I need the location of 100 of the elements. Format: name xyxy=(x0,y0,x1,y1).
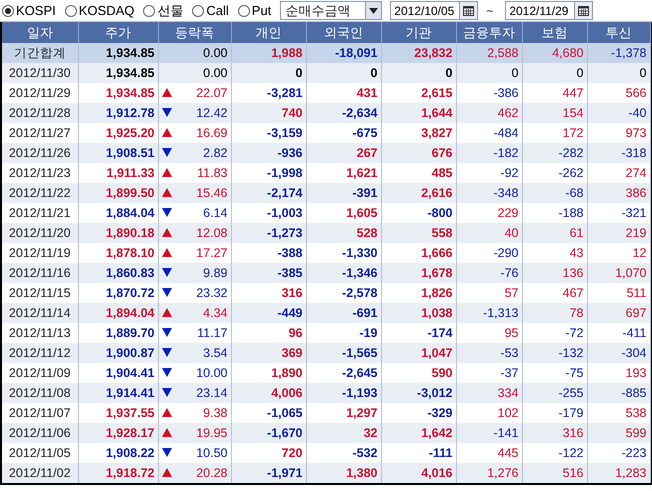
table-cell: -1,193 xyxy=(306,383,381,403)
radio-option[interactable]: KOSDAQ xyxy=(64,0,140,20)
table-cell: 1,380 xyxy=(306,463,381,483)
date-separator: ~ xyxy=(486,2,494,20)
table-cell: 1,928.17 xyxy=(78,423,158,443)
caret-icon xyxy=(369,8,378,14)
table-cell-text: 9.38 xyxy=(203,404,228,422)
table-cell-text: 3.54 xyxy=(203,344,228,362)
table-cell: 462 xyxy=(456,103,522,123)
table-cell-text: 16.69 xyxy=(196,124,228,142)
table-cell: 267 xyxy=(306,143,381,163)
total-label: 기간합계 xyxy=(2,43,78,63)
table-cell-text: 2.82 xyxy=(203,144,228,162)
table-cell: -40 xyxy=(587,103,650,123)
table-cell: 1,678 xyxy=(381,263,456,283)
table-cell: 1,047 xyxy=(381,343,456,363)
radio-option[interactable]: KOSPI xyxy=(2,0,61,20)
date-cell: 2012/11/28 xyxy=(2,103,78,123)
table-cell: 2,588 xyxy=(456,43,522,63)
table-cell: 40 xyxy=(456,223,522,243)
table-cell: -255 xyxy=(522,383,587,403)
table-cell-text: 23.32 xyxy=(196,284,228,302)
table-cell: -885 xyxy=(587,383,650,403)
radio-option[interactable]: Put xyxy=(238,0,276,20)
column-header: 보험 xyxy=(522,22,587,43)
table-cell: 528 xyxy=(306,223,381,243)
table-cell: 1,912.78 xyxy=(78,103,158,123)
table-cell: -68 xyxy=(522,183,587,203)
table-cell-text: 6.14 xyxy=(203,204,228,222)
table-cell: -391 xyxy=(306,183,381,203)
calendar-button[interactable] xyxy=(575,1,594,20)
column-header: 외국인 xyxy=(306,22,381,43)
table-cell: 676 xyxy=(381,143,456,163)
table-cell-text: 23.14 xyxy=(196,384,228,402)
table-cell-text: 9.89 xyxy=(203,264,228,282)
table-cell: -141 xyxy=(456,423,522,443)
table-cell: 316 xyxy=(522,423,587,443)
table-cell: -1,378 xyxy=(587,43,650,63)
date-cell: 2012/11/02 xyxy=(2,463,78,483)
date-cell: 2012/11/14 xyxy=(2,303,78,323)
table-cell: 1,038 xyxy=(381,303,456,323)
table-cell: 1,988 xyxy=(231,43,306,63)
table-cell-text: 15.46 xyxy=(196,184,228,202)
date-cell: 2012/11/26 xyxy=(2,143,78,163)
table-cell: -348 xyxy=(456,183,522,203)
table-cell: -2,634 xyxy=(306,103,381,123)
table-cell: -691 xyxy=(306,303,381,323)
table-cell: -936 xyxy=(231,143,306,163)
date-cell: 2012/11/08 xyxy=(2,383,78,403)
table-cell-text: 11.83 xyxy=(197,164,228,182)
date-cell: 2012/11/30 xyxy=(2,63,78,83)
table-cell: -1,971 xyxy=(231,463,306,483)
column-header: 등락폭 xyxy=(158,22,231,43)
table-cell: 154 xyxy=(522,103,587,123)
column-header: 주가 xyxy=(78,22,158,43)
column-header: 금융투자 xyxy=(456,22,522,43)
table-cell: -318 xyxy=(587,143,650,163)
table-cell: -449 xyxy=(231,303,306,323)
table-cell: -18,091 xyxy=(306,43,381,63)
date-field[interactable]: 2012/10/05 xyxy=(390,1,460,20)
table-cell: 0 xyxy=(306,63,381,83)
table-cell: 1,918.72 xyxy=(78,463,158,483)
table-cell: -53 xyxy=(456,343,522,363)
table-cell: -132 xyxy=(522,343,587,363)
table-cell-text: 10.50 xyxy=(196,444,228,462)
measure-dropdown[interactable]: 순매수금액 xyxy=(280,1,382,20)
table-cell: 740 xyxy=(231,103,306,123)
radio-option[interactable]: 선물 xyxy=(143,0,188,20)
calendar-button[interactable] xyxy=(460,1,478,20)
radio-option[interactable]: Call xyxy=(192,0,234,20)
table-cell: -385 xyxy=(231,263,306,283)
date-cell: 2012/11/06 xyxy=(2,423,78,443)
table-cell-text: 22.07 xyxy=(196,84,228,102)
table-cell: -182 xyxy=(456,143,522,163)
calendar-icon xyxy=(463,6,474,16)
table-cell: 0 xyxy=(381,63,456,83)
table-cell: 0 xyxy=(522,63,587,83)
table-cell: 0.00 xyxy=(158,63,231,83)
table-cell: 4,016 xyxy=(381,463,456,483)
table-cell: -282 xyxy=(522,143,587,163)
date-cell: 2012/11/20 xyxy=(2,223,78,243)
table-cell: 4,006 xyxy=(231,383,306,403)
calendar-icon xyxy=(578,6,590,16)
table-cell: 61 xyxy=(522,223,587,243)
table-cell: 1,934.85 xyxy=(78,43,158,63)
table-cell: 1,890.18 xyxy=(78,223,158,243)
table-cell: 2,616 xyxy=(381,183,456,203)
table-cell: 1,644 xyxy=(381,103,456,123)
table-cell-text: 20.28 xyxy=(196,464,228,482)
column-header: 기관 xyxy=(381,22,456,43)
table-cell-text: 17.27 xyxy=(196,244,228,262)
table-cell: 219 xyxy=(587,223,650,243)
date-field[interactable]: 2012/11/29 xyxy=(505,1,576,20)
date-cell: 2012/11/22 xyxy=(2,183,78,203)
table-cell: 1,894.04 xyxy=(78,303,158,323)
table-cell: 558 xyxy=(381,223,456,243)
table-cell: 23,832 xyxy=(381,43,456,63)
column-header: 투신 xyxy=(587,22,650,43)
table-cell: -76 xyxy=(456,263,522,283)
table-cell: 4,680 xyxy=(522,43,587,63)
